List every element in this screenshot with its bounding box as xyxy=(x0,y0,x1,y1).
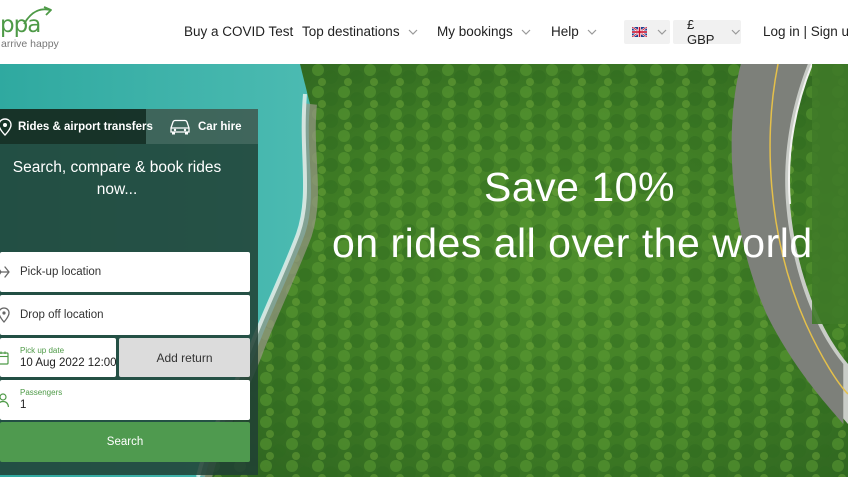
chevron-down-icon xyxy=(732,29,741,35)
currency-selector[interactable]: £ GBP xyxy=(673,17,741,47)
pickup-location-field[interactable]: Pick-up location xyxy=(0,252,250,292)
person-icon xyxy=(0,393,10,408)
nav-covid-test-label: Buy a COVID Test xyxy=(184,24,294,39)
car-icon xyxy=(170,119,190,134)
nav-top-destinations-label: Top destinations xyxy=(302,24,400,39)
pickup-date-value: 10 Aug 2022 12:00 xyxy=(20,356,117,369)
site-header: ppa arrive happy Buy a COVID Test Top de… xyxy=(0,0,848,64)
pickup-date-label: Pick up date xyxy=(20,345,65,355)
passengers-value: 1 xyxy=(20,399,27,411)
tab-rides-label: Rides & airport transfers xyxy=(18,120,153,133)
search-button-label: Search xyxy=(106,436,144,448)
location-pin-icon xyxy=(0,307,10,323)
currency-label: £ GBP xyxy=(687,17,715,47)
chevron-down-icon xyxy=(657,29,667,35)
passengers-stack: Passengers 1 xyxy=(20,388,62,412)
nav-help[interactable]: Help xyxy=(551,24,597,39)
nav-my-bookings[interactable]: My bookings xyxy=(437,24,531,39)
passengers-field[interactable]: Passengers 1 xyxy=(0,380,250,420)
pickup-date-stack: Pick up date 10 Aug 2022 12:00 xyxy=(20,346,117,370)
promo-subheadline: on rides all over the world xyxy=(332,220,813,266)
add-return-label: Add return xyxy=(156,350,213,365)
tab-car-hire[interactable]: Car hire xyxy=(146,109,258,144)
tab-car-hire-label: Car hire xyxy=(198,120,242,133)
nav-top-destinations[interactable]: Top destinations xyxy=(302,24,418,39)
calendar-icon xyxy=(0,351,9,365)
pickup-location-placeholder: Pick-up location xyxy=(20,266,102,278)
add-return-button[interactable]: Add return xyxy=(119,338,250,377)
brand-logo[interactable]: ppa arrive happy xyxy=(0,4,70,52)
language-selector[interactable] xyxy=(624,20,670,44)
uk-flag-icon xyxy=(632,27,647,37)
dropoff-location-field[interactable]: Drop off location xyxy=(0,295,250,335)
ride-search-widget: Rides & airport transfers Car hire Searc… xyxy=(0,109,258,475)
hero-banner: Save 10% on rides all over the world Rid… xyxy=(0,64,848,477)
tab-rides-airport-transfers[interactable]: Rides & airport transfers xyxy=(0,109,153,144)
promo-headline: Save 10% xyxy=(484,164,675,210)
chevron-down-icon xyxy=(408,29,418,35)
logo-wordmark: ppa xyxy=(0,12,41,38)
chevron-down-icon xyxy=(587,29,597,35)
logo-tagline: arrive happy xyxy=(1,38,59,50)
airplane-icon xyxy=(0,266,10,278)
nav-covid-test[interactable]: Buy a COVID Test xyxy=(184,24,293,39)
nav-help-label: Help xyxy=(551,24,579,39)
dropoff-location-placeholder: Drop off location xyxy=(20,309,104,321)
widget-title: Search, compare & book rides now... xyxy=(12,159,222,198)
nav-my-bookings-label: My bookings xyxy=(437,24,513,39)
passengers-label: Passengers xyxy=(20,388,63,397)
chevron-down-icon xyxy=(521,29,531,35)
login-signup-label: Log in | Sign up xyxy=(763,24,848,39)
search-button[interactable]: Search xyxy=(0,422,250,462)
login-signup-link[interactable]: Log in | Sign up xyxy=(763,24,848,39)
search-tabs: Rides & airport transfers Car hire xyxy=(0,109,258,144)
location-pin-icon xyxy=(0,117,12,136)
pickup-date-field[interactable]: Pick up date 10 Aug 2022 12:00 xyxy=(0,338,117,377)
